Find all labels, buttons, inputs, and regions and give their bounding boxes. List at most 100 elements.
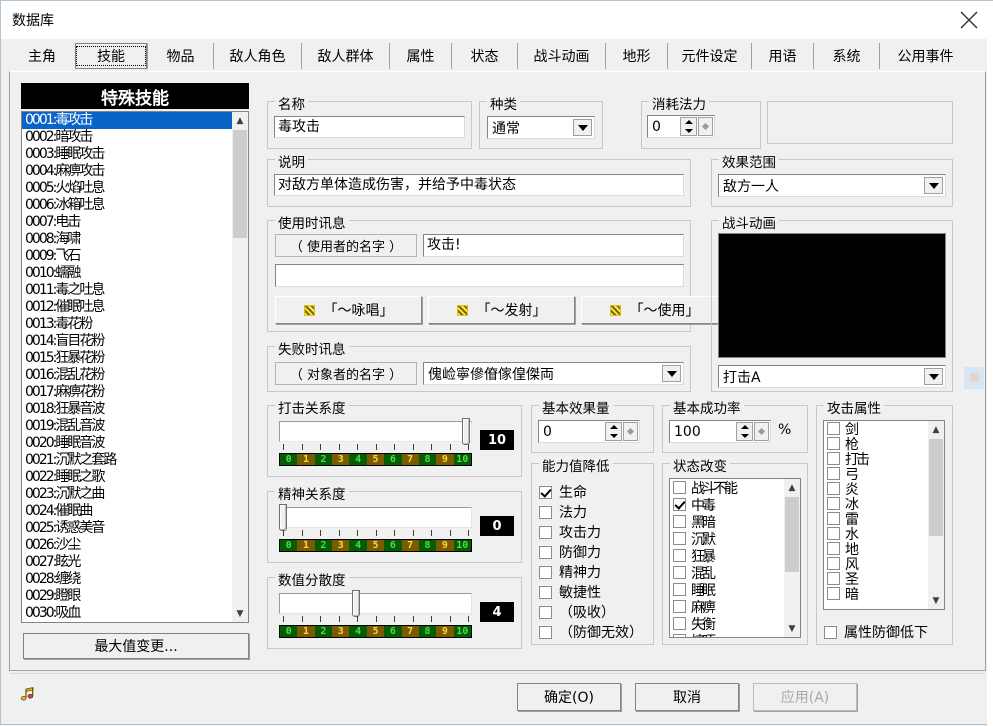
checkbox-icon[interactable] [539,626,552,639]
kind-combobox[interactable]: 通常 [487,116,595,139]
use-template-button[interactable]: 「～使用」 [581,296,728,324]
state-change-item[interactable]: 麻痹 [670,598,784,615]
skill-list-item[interactable]: 0016:混乱花粉 [22,367,232,384]
tab-1[interactable]: 主角 [9,43,75,69]
stat-down-item[interactable]: 敏捷性 [539,582,601,602]
checkbox-icon[interactable] [827,512,840,525]
stat-down-item[interactable]: 生命 [539,482,587,502]
max-value-change-button[interactable]: 最大值变更... [23,633,249,659]
checkbox-icon[interactable] [539,586,552,599]
skill-list-item[interactable]: 0022:睡眠之歌 [22,469,232,486]
scrollbar-thumb[interactable] [233,130,247,238]
state-change-item[interactable]: 沉默 [670,530,784,547]
checkbox-icon[interactable] [539,566,552,579]
skill-list-item[interactable]: 0002:暗攻击 [22,129,232,146]
skill-list-item[interactable]: 0021:沉默之套路 [22,452,232,469]
chevron-down-icon[interactable] [573,119,592,136]
attack-attr-item[interactable]: 暗 [824,586,928,601]
stat-down-item[interactable]: （吸收） [539,602,615,622]
skill-list-item[interactable]: 0001:毒攻击 [22,112,232,129]
battle-animation-combobox[interactable]: 打击A [718,365,946,388]
state-change-item[interactable]: 失衡 [670,615,784,632]
checkbox-icon[interactable] [539,486,552,499]
checkbox-icon[interactable] [539,606,552,619]
skill-list-item[interactable]: 0008:海啸 [22,231,232,248]
checkbox-icon[interactable] [827,497,840,510]
stat-down-item[interactable]: （防御无效） [539,622,643,642]
scrollbar-thumb[interactable] [929,439,943,536]
skill-list-item[interactable]: 0012:催眠吐息 [22,299,232,316]
slider-track[interactable] [279,507,472,528]
slider-thumb[interactable] [352,590,360,617]
attack-attr-item[interactable]: 炎 [824,481,928,496]
state-change-item[interactable]: 混乱 [670,564,784,581]
checkbox-icon[interactable] [673,498,686,511]
scroll-down-icon[interactable]: ▼ [928,592,944,609]
checkbox-icon[interactable] [827,437,840,450]
checkbox-icon[interactable] [827,557,840,570]
skill-list-item[interactable]: 0028:缠绕 [22,571,232,588]
spinner-arrows-icon[interactable] [736,422,753,441]
use-message-line2-input[interactable] [275,264,684,287]
close-icon[interactable] [946,1,992,38]
checkbox-icon[interactable] [539,526,552,539]
checkbox-icon[interactable] [673,600,686,613]
ok-button[interactable]: 确定(O) [517,683,621,711]
chevron-down-icon[interactable] [924,368,943,385]
checkbox-icon[interactable] [827,422,840,435]
skill-list-item[interactable]: 0006:冰箱吐息 [22,197,232,214]
skill-list-item[interactable]: 0010:蠕融 [22,265,232,282]
checkbox-icon[interactable] [673,583,686,596]
tab-2[interactable]: 技能 [75,43,147,69]
spinner-extra-icon[interactable] [623,422,638,441]
use-message-line1-input[interactable]: 攻击! [423,234,684,257]
attack-attr-item[interactable]: 雷 [824,511,928,526]
state-change-item[interactable]: 惊吓 [670,632,784,638]
attack-attr-item[interactable]: 水 [824,526,928,541]
attack-attr-item[interactable]: 圣 [824,571,928,586]
skill-list-scrollbar[interactable]: ▲ ▼ [232,112,248,622]
checkbox-icon[interactable] [539,546,552,559]
state-change-scrollbar[interactable]: ▲ ▼ [784,479,800,637]
base-success-spinner[interactable]: 100 [669,420,771,443]
state-change-item[interactable]: 狂暴 [670,547,784,564]
scroll-up-icon[interactable]: ▲ [232,112,248,129]
fire-template-button[interactable]: 「～发射」 [428,296,575,324]
skill-list-item[interactable]: 0007:电击 [22,214,232,231]
stat-down-item[interactable]: 法力 [539,502,587,522]
tab-9[interactable]: 地形 [605,43,667,69]
chevron-down-icon[interactable] [924,177,943,194]
attack-attr-item[interactable]: 冰 [824,496,928,511]
skill-list-item[interactable]: 0015:狂暴花粉 [22,350,232,367]
scroll-down-icon[interactable]: ▼ [232,605,248,622]
checkbox-icon[interactable] [673,532,686,545]
skill-list-item[interactable]: 0030:吸血 [22,605,232,622]
checkbox-icon[interactable] [673,515,686,528]
checkbox-icon[interactable] [827,467,840,480]
checkbox-icon[interactable] [827,542,840,555]
attack-attr-scrollbar[interactable]: ▲ ▼ [928,421,944,609]
slider-thumb[interactable] [462,418,470,445]
spinner-extra-icon[interactable] [698,117,713,136]
chevron-down-icon[interactable] [662,365,681,382]
fail-message-combobox[interactable]: 傀崄寧傪傄傢偟傑両 [423,362,684,385]
tab-3[interactable]: 物品 [147,43,213,69]
chant-template-button[interactable]: 「～咏唱」 [275,296,422,324]
skill-list-item[interactable]: 0003:睡眠攻击 [22,146,232,163]
description-input[interactable]: 对敌方单体造成伤害，并给予中毒状态 [274,174,684,196]
tab-7[interactable]: 状态 [451,43,517,69]
stat-down-item[interactable]: 攻击力 [539,522,601,542]
checkbox-icon[interactable] [827,482,840,495]
skill-list-item[interactable]: 0009:飞石 [22,248,232,265]
skill-list-item[interactable]: 0011:毒之吐息 [22,282,232,299]
checkbox-icon[interactable] [673,617,686,630]
scroll-up-icon[interactable]: ▲ [928,421,944,438]
scroll-up-icon[interactable]: ▲ [784,479,800,496]
tab-11[interactable]: 用语 [751,43,813,69]
checkbox-icon[interactable] [673,549,686,562]
checkbox-icon[interactable] [673,634,686,638]
checkbox-icon[interactable] [827,587,840,600]
spinner-extra-icon[interactable] [754,422,769,441]
skill-list-item[interactable]: 0004:麻痹攻击 [22,163,232,180]
attack-attr-listbox[interactable]: 剑枪打击弓炎冰雷水地风圣暗 ▲ ▼ [823,420,945,610]
